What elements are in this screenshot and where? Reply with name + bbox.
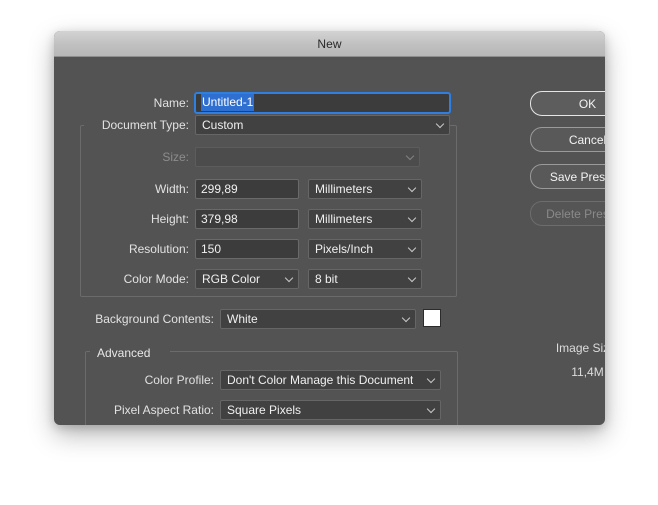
document-type-value: Custom (202, 118, 243, 132)
width-row: Width: 299,89 Millimeters (54, 178, 484, 199)
height-unit-value: Millimeters (315, 212, 372, 226)
height-label: Height: (54, 212, 189, 226)
pixel-aspect-ratio-select[interactable]: Square Pixels (220, 400, 441, 420)
color-mode-row: Color Mode: RGB Color 8 bit (54, 268, 484, 289)
height-row: Height: 379,98 Millimeters (54, 208, 484, 229)
resolution-label: Resolution: (54, 242, 189, 256)
background-contents-row: Background Contents: White (54, 308, 484, 329)
background-contents-label: Background Contents: (54, 312, 214, 326)
pixel-aspect-ratio-value: Square Pixels (227, 403, 301, 417)
chevron-down-icon (409, 215, 416, 222)
new-document-dialog: New Name: Untitled-1 Document Type: Cust… (54, 31, 605, 425)
color-depth-value: 8 bit (315, 272, 338, 286)
name-row: Name: Untitled-1 (54, 92, 474, 113)
size-row: Size: (54, 146, 474, 167)
width-unit-value: Millimeters (315, 182, 372, 196)
color-profile-label: Color Profile: (54, 373, 214, 387)
width-value: 299,89 (201, 182, 238, 196)
color-mode-select[interactable]: RGB Color (195, 269, 299, 289)
resolution-value: 150 (201, 242, 221, 256)
background-contents-select[interactable]: White (220, 309, 416, 329)
delete-preset-button: Delete Preset... (530, 201, 605, 226)
color-profile-select[interactable]: Don't Color Manage this Document (220, 370, 441, 390)
height-unit-select[interactable]: Millimeters (308, 209, 422, 229)
image-size-value: 11,4M (530, 365, 605, 379)
width-unit-select[interactable]: Millimeters (308, 179, 422, 199)
resolution-unit-select[interactable]: Pixels/Inch (308, 239, 422, 259)
resolution-unit-value: Pixels/Inch (315, 242, 373, 256)
name-label: Name: (54, 96, 189, 110)
pixel-aspect-ratio-row: Pixel Aspect Ratio: Square Pixels (54, 399, 484, 420)
color-profile-value: Don't Color Manage this Document (227, 373, 413, 387)
color-depth-select[interactable]: 8 bit (308, 269, 422, 289)
color-profile-row: Color Profile: Don't Color Manage this D… (54, 369, 484, 390)
chevron-down-icon (403, 315, 410, 322)
document-type-select[interactable]: Custom (195, 115, 450, 135)
ok-button-label: OK (579, 97, 596, 111)
document-type-label: Document Type: (54, 118, 189, 132)
height-input[interactable]: 379,98 (195, 209, 299, 229)
resolution-row: Resolution: 150 Pixels/Inch (54, 238, 484, 259)
width-input[interactable]: 299,89 (195, 179, 299, 199)
chevron-down-icon (409, 185, 416, 192)
ok-button[interactable]: OK (530, 91, 605, 116)
size-label: Size: (54, 150, 189, 164)
advanced-group-label: Advanced (92, 346, 155, 360)
name-input-value: Untitled-1 (201, 94, 254, 111)
save-preset-button-label: Save Preset... (550, 170, 605, 184)
color-mode-value: RGB Color (202, 272, 260, 286)
resolution-input[interactable]: 150 (195, 239, 299, 259)
height-value: 379,98 (201, 212, 238, 226)
name-input[interactable]: Untitled-1 (195, 93, 450, 113)
dialog-body: Name: Untitled-1 Document Type: Custom S… (54, 57, 605, 425)
chevron-down-icon (407, 153, 414, 160)
chevron-down-icon (286, 275, 293, 282)
chevron-down-icon (428, 376, 435, 383)
background-contents-value: White (227, 312, 258, 326)
background-color-swatch[interactable] (423, 309, 441, 327)
color-mode-label: Color Mode: (54, 272, 189, 286)
chevron-down-icon (409, 275, 416, 282)
width-label: Width: (54, 182, 189, 196)
size-select[interactable] (195, 147, 420, 167)
cancel-button[interactable]: Cancel (530, 127, 605, 152)
dialog-title: New (317, 37, 341, 51)
pixel-aspect-ratio-label: Pixel Aspect Ratio: (54, 403, 214, 417)
save-preset-button[interactable]: Save Preset... (530, 164, 605, 189)
chevron-down-icon (437, 121, 444, 128)
chevron-down-icon (428, 406, 435, 413)
document-type-row: Document Type: Custom (54, 114, 474, 135)
dialog-titlebar[interactable]: New (54, 31, 605, 57)
cancel-button-label: Cancel (569, 133, 605, 147)
delete-preset-button-label: Delete Preset... (546, 207, 605, 221)
chevron-down-icon (409, 245, 416, 252)
image-size-label: Image Size: (530, 341, 605, 355)
